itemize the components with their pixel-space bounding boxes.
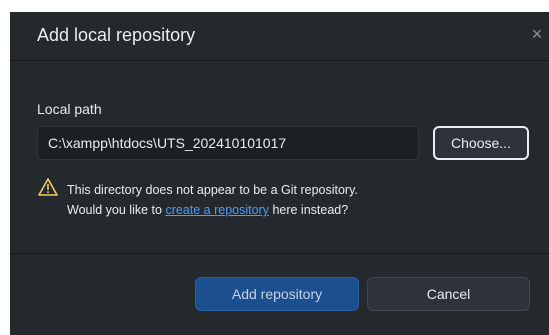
warning-line-1: This directory does not appear to be a G… [67, 183, 358, 197]
add-local-repository-dialog: Add local repository × Local path Choose… [10, 12, 549, 335]
choose-button[interactable]: Choose... [433, 126, 529, 160]
dialog-title: Add local repository [37, 25, 196, 45]
warning-line-2-suffix: here instead? [268, 203, 349, 217]
add-repository-button[interactable]: Add repository [195, 277, 359, 311]
cancel-button[interactable]: Cancel [367, 277, 530, 311]
close-button[interactable]: × [525, 22, 549, 46]
create-repository-link[interactable]: create a repository [165, 203, 269, 217]
local-path-label: Local path [37, 101, 102, 117]
warning-line-2-prefix: Would you like to [67, 203, 166, 217]
dialog-header: Add local repository × [10, 12, 549, 61]
warning-line-2: Would you like to create a repository he… [67, 200, 358, 220]
dialog-footer: Add repository Cancel [10, 253, 549, 335]
dialog-body: Local path Choose... This directory does… [10, 61, 549, 253]
warning-icon [38, 178, 58, 196]
warning-text: This directory does not appear to be a G… [67, 180, 358, 220]
local-path-input[interactable] [37, 126, 419, 160]
close-icon: × [531, 24, 543, 44]
